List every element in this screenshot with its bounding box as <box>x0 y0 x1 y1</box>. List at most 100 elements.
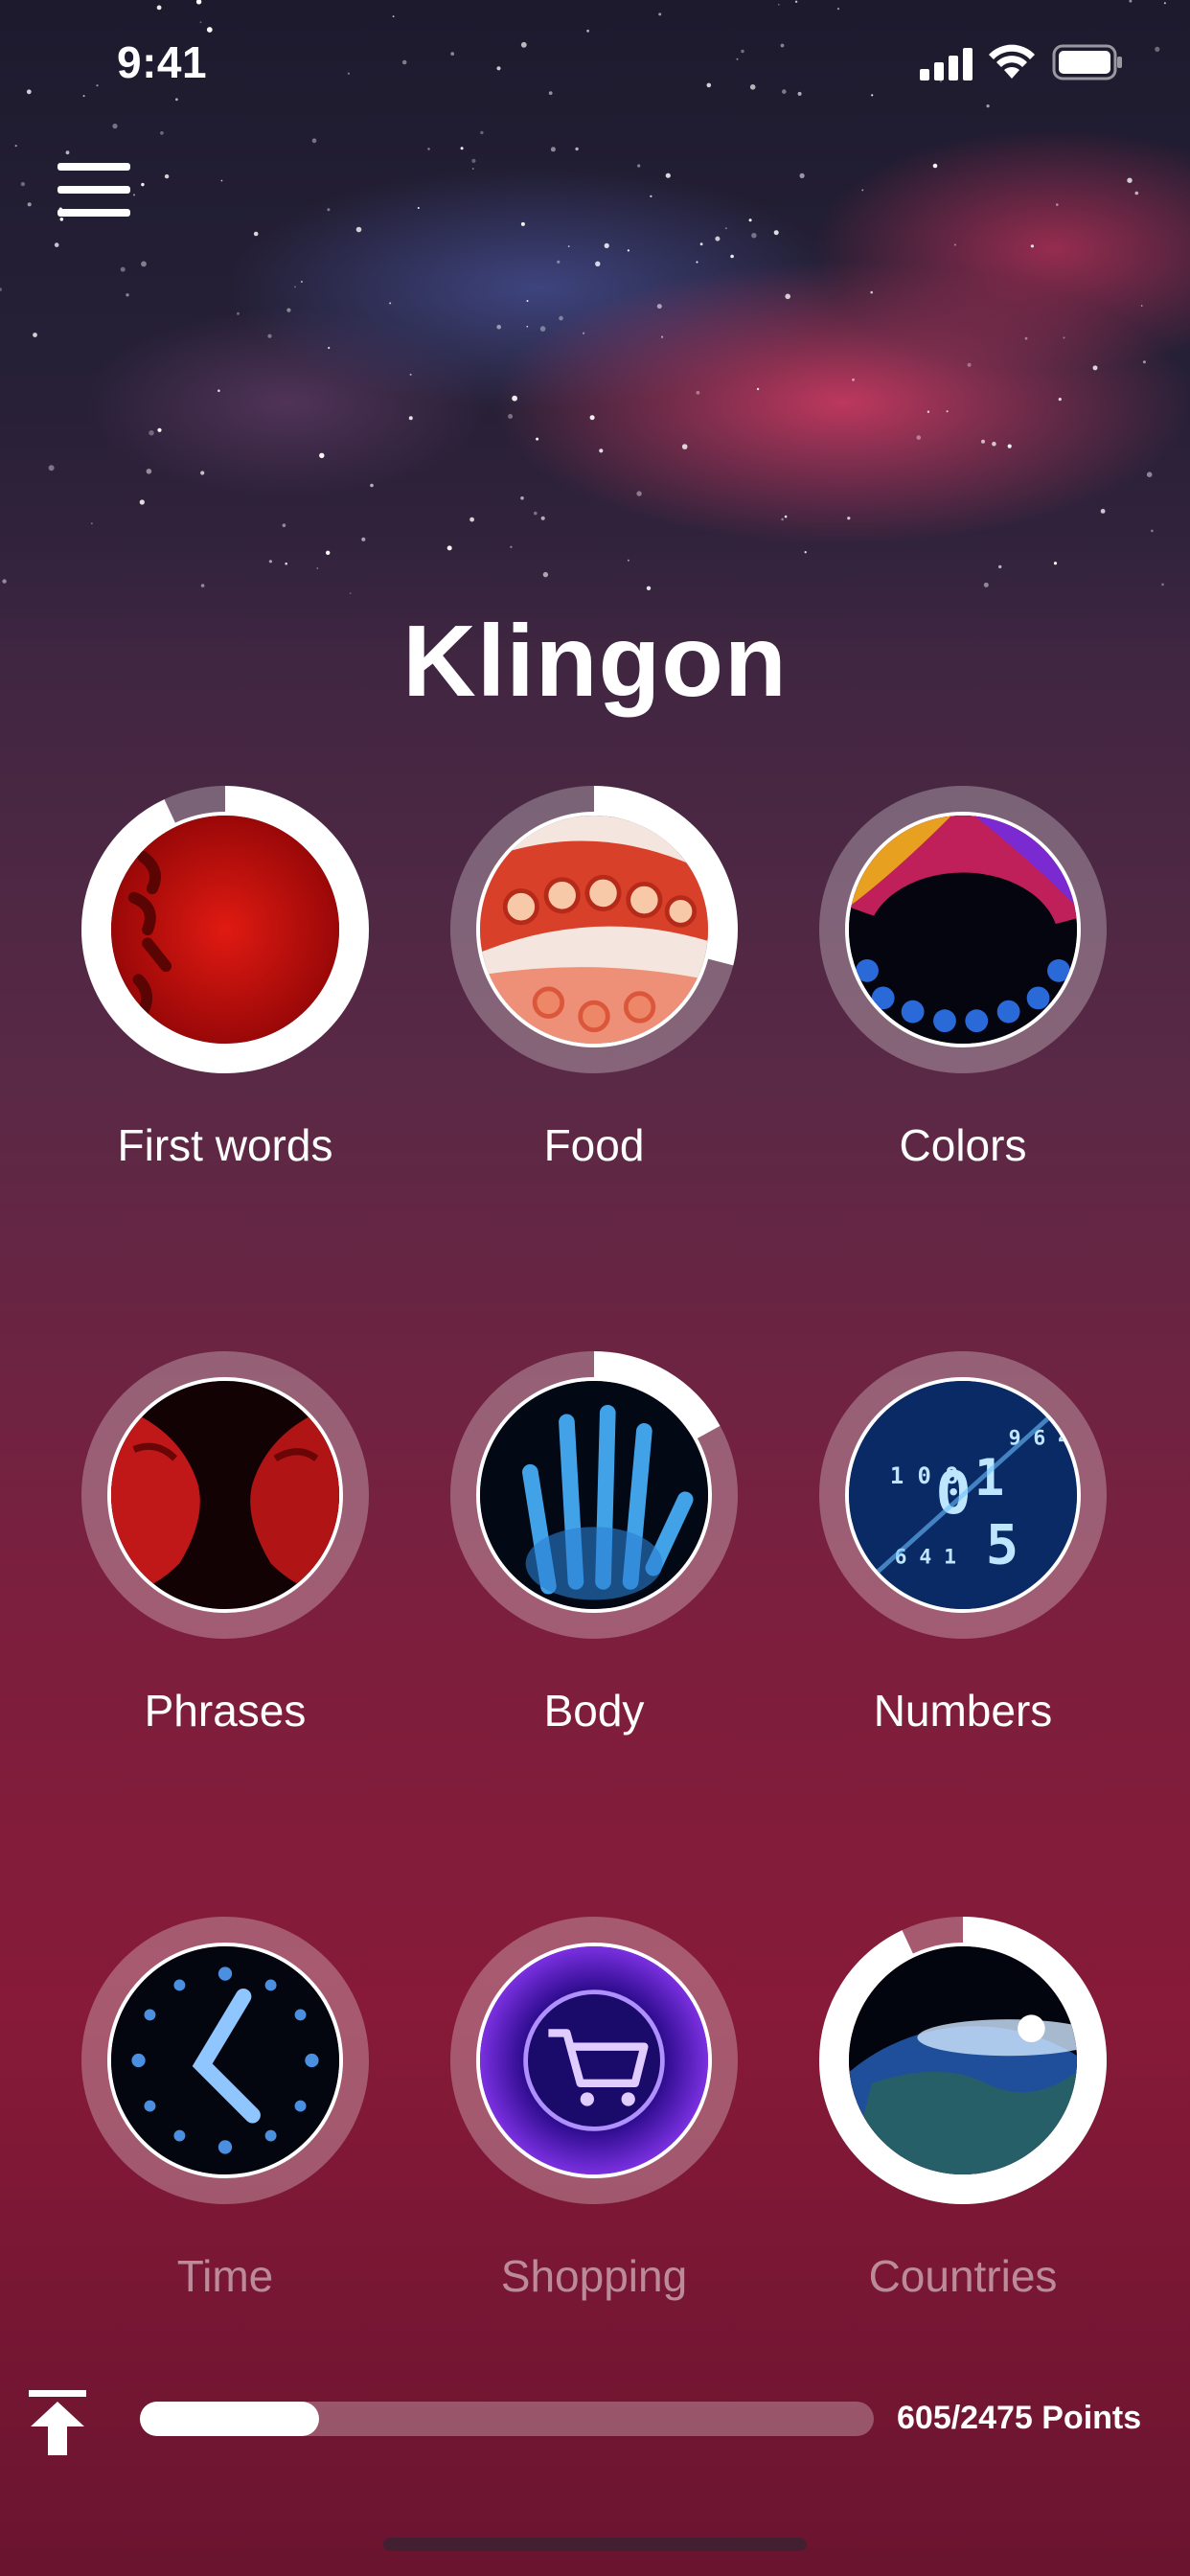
menu-line <box>57 209 130 217</box>
star <box>998 564 1002 569</box>
star <box>1161 583 1164 586</box>
arrow-up-to-top-icon[interactable] <box>27 2390 88 2455</box>
category-label: Colors <box>899 1120 1027 1170</box>
star <box>141 261 147 267</box>
star <box>139 499 145 505</box>
cellular-signal-icon <box>920 48 973 80</box>
star <box>681 444 688 449</box>
points-progress-bar <box>140 2402 874 2436</box>
star <box>300 281 303 283</box>
category-image <box>107 812 343 1047</box>
svg-text:5: 5 <box>986 1513 1018 1576</box>
star <box>1142 360 1146 364</box>
star <box>773 230 779 236</box>
category-label: Time <box>176 2251 274 2301</box>
battery-icon <box>1052 44 1122 80</box>
star <box>870 290 873 294</box>
octopus-tentacle-image <box>480 816 708 1044</box>
category-label: Shopping <box>500 2251 688 2301</box>
star <box>696 261 698 264</box>
star <box>520 496 524 500</box>
star <box>1053 562 1058 565</box>
star <box>650 195 652 197</box>
star <box>319 452 325 458</box>
star <box>1063 336 1065 339</box>
star <box>328 346 331 350</box>
star <box>696 390 700 395</box>
category-image <box>476 812 712 1047</box>
star <box>784 515 788 518</box>
star <box>427 148 430 150</box>
star <box>1100 509 1106 514</box>
star <box>575 147 579 151</box>
star <box>1127 177 1133 183</box>
star <box>557 260 561 264</box>
star <box>469 517 474 522</box>
svg-text:1 0 8: 1 0 8 <box>890 1462 959 1489</box>
star <box>409 373 412 376</box>
star <box>536 437 539 441</box>
star <box>542 571 549 578</box>
star <box>599 448 604 453</box>
star <box>1140 305 1143 307</box>
star <box>282 523 286 527</box>
star <box>637 164 641 168</box>
category-first-words[interactable]: First words <box>67 786 383 1227</box>
hamburger-menu-icon[interactable] <box>56 161 132 218</box>
star <box>534 511 538 516</box>
star <box>656 304 662 310</box>
star <box>785 293 790 300</box>
category-image: 01 51 0 8 9 6 46 4 1 <box>845 1377 1081 1613</box>
category-shopping[interactable]: Shopping <box>436 1917 752 2358</box>
star <box>932 163 938 169</box>
star <box>804 551 807 554</box>
category-label: First words <box>117 1120 333 1170</box>
star <box>327 208 331 212</box>
star <box>946 410 949 413</box>
star <box>294 286 296 288</box>
star <box>861 189 864 192</box>
home-indicator[interactable] <box>383 2538 807 2551</box>
star <box>604 242 609 248</box>
star <box>446 545 452 551</box>
star <box>550 147 556 152</box>
star <box>90 522 93 525</box>
wifi-icon <box>989 44 1035 79</box>
star <box>583 332 585 334</box>
category-phrases[interactable]: Phrases <box>67 1351 383 1792</box>
app-screen: 9:41 Klingon First words Food Colors Phr… <box>0 0 1190 2576</box>
category-image <box>107 1943 343 2178</box>
status-bar: 9:41 <box>0 0 1190 134</box>
star <box>559 315 563 321</box>
category-body[interactable]: Body <box>436 1351 752 1792</box>
star <box>724 227 727 230</box>
star <box>730 254 734 259</box>
star <box>510 545 513 548</box>
star <box>627 559 629 562</box>
menu-line <box>57 186 130 194</box>
star <box>496 324 501 330</box>
star <box>220 179 223 182</box>
star <box>981 439 985 444</box>
star <box>589 415 595 421</box>
star <box>471 158 476 163</box>
category-food[interactable]: Food <box>436 786 752 1227</box>
star <box>539 326 546 332</box>
star <box>636 491 642 496</box>
status-time: 9:41 <box>117 37 208 87</box>
star <box>65 150 70 155</box>
page-title: Klingon <box>402 605 788 718</box>
star <box>200 471 205 475</box>
star <box>460 147 464 150</box>
star <box>120 266 126 272</box>
category-time[interactable]: Time <box>67 1917 383 2358</box>
category-countries[interactable]: Countries <box>805 1917 1121 2358</box>
category-colors[interactable]: Colors <box>805 786 1121 1227</box>
category-image <box>845 812 1081 1047</box>
category-numbers[interactable]: 01 51 0 8 9 6 46 4 1 Numbers <box>805 1351 1121 1792</box>
star <box>1056 203 1059 206</box>
star <box>520 221 525 226</box>
points-progress-fill <box>140 2402 319 2436</box>
star <box>370 483 374 488</box>
star <box>253 231 259 237</box>
